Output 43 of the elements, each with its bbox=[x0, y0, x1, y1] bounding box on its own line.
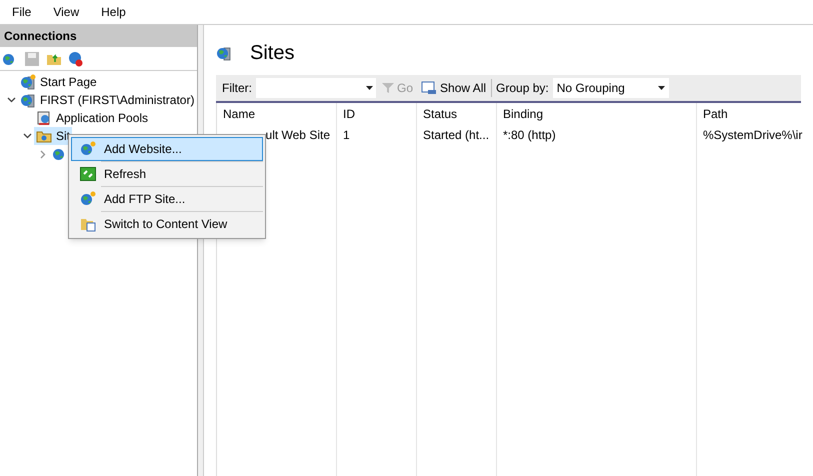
filter-field[interactable] bbox=[256, 78, 376, 98]
table-cell-text: Started (ht... bbox=[422, 127, 490, 144]
menu-item[interactable]: Refresh bbox=[71, 162, 263, 186]
expanded-chevron-icon[interactable] bbox=[6, 97, 16, 103]
pool-icon bbox=[36, 110, 52, 126]
dropdown-caret-icon[interactable] bbox=[658, 86, 665, 90]
tree-item[interactable]: FIRST (FIRST\Administrator) bbox=[18, 91, 196, 109]
documents-icon bbox=[80, 216, 96, 232]
menu-item[interactable]: Help bbox=[101, 3, 126, 21]
pane-title: Connections bbox=[4, 28, 77, 45]
tree-item[interactable]: Application Pools bbox=[34, 109, 150, 127]
refresh-icon bbox=[80, 166, 96, 182]
globe-server-icon bbox=[20, 92, 36, 108]
column-header[interactable]: Status bbox=[417, 103, 496, 125]
filter-icon bbox=[382, 82, 394, 94]
column-header[interactable]: Binding bbox=[497, 103, 696, 125]
column-header[interactable]: Name bbox=[217, 103, 336, 125]
table-cell-text: 1 bbox=[342, 127, 351, 144]
column-header[interactable]: Path bbox=[697, 103, 808, 125]
menu-item[interactable]: View bbox=[53, 3, 80, 21]
menu-item[interactable]: Switch to Content View bbox=[71, 212, 263, 236]
expanded-chevron-icon[interactable] bbox=[22, 133, 32, 139]
menu-item[interactable]: Add FTP Site... bbox=[71, 187, 263, 211]
page-title: Sites bbox=[250, 41, 294, 66]
globe-star-icon bbox=[80, 141, 96, 157]
globe-delete-icon[interactable] bbox=[68, 50, 84, 66]
globe-server-icon bbox=[216, 45, 232, 61]
menu-item[interactable]: Add Website... bbox=[71, 137, 263, 161]
tree-item[interactable]: Start Page bbox=[18, 73, 99, 91]
group-by-label: Group by: bbox=[496, 80, 549, 97]
column-header[interactable]: ID bbox=[337, 103, 416, 125]
group-by-dropdown[interactable]: No Grouping bbox=[552, 78, 669, 98]
menu-item[interactable]: File bbox=[12, 3, 32, 21]
window-icon bbox=[421, 81, 438, 95]
globe-star-icon bbox=[80, 191, 96, 207]
table-cell-text: *:80 (http) bbox=[502, 127, 557, 144]
collapsed-chevron-icon[interactable] bbox=[40, 150, 46, 158]
table-cell-text: %SystemDrive%\ir bbox=[702, 127, 804, 144]
filter-label: Filter: bbox=[222, 80, 252, 97]
table-cell-text: ult Web Site bbox=[264, 127, 331, 144]
dropdown-caret-icon[interactable] bbox=[366, 86, 373, 90]
show-all-button[interactable]: Show All bbox=[419, 79, 492, 97]
globe-server-star-icon bbox=[20, 74, 36, 90]
